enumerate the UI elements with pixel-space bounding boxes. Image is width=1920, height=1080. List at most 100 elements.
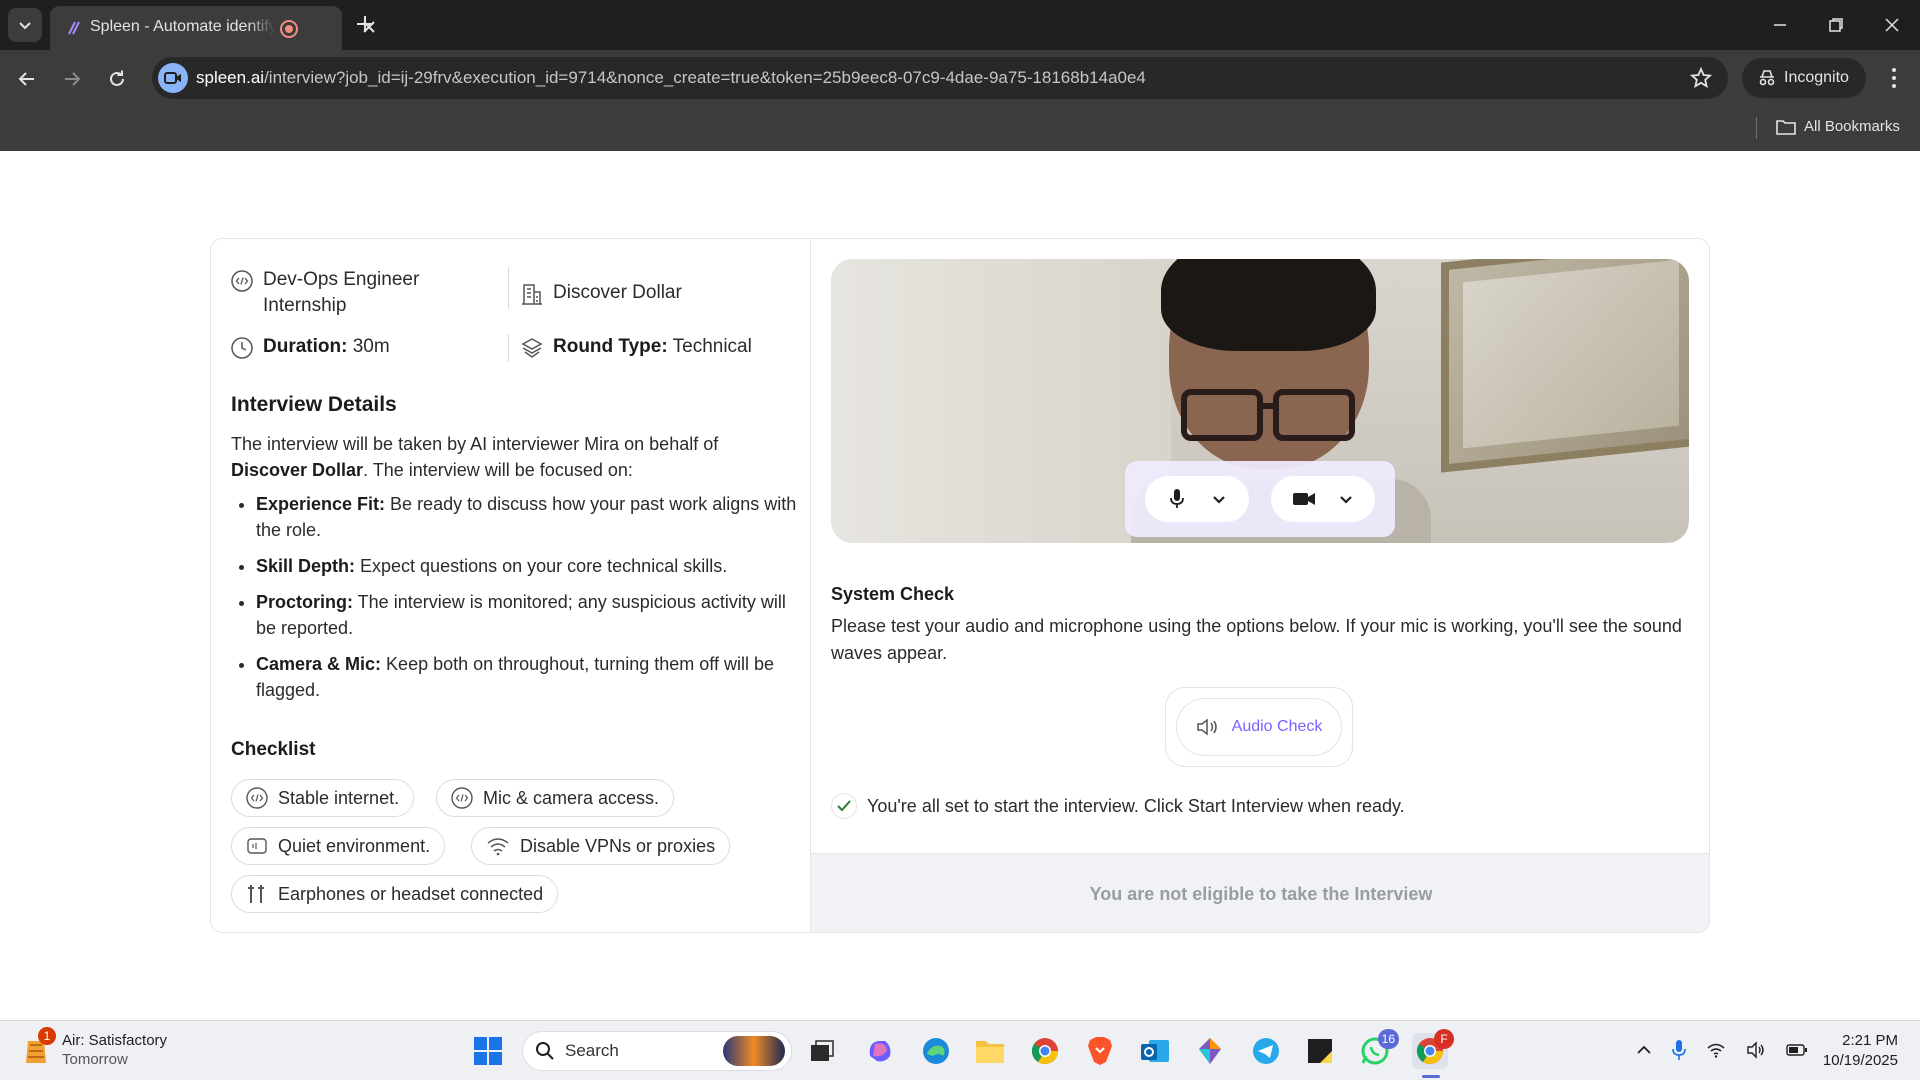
weather-subtitle: Tomorrow <box>62 1051 128 1068</box>
checklist-title: Checklist <box>231 739 316 760</box>
start-interview-button-disabled[interactable]: You are not eligible to take the Intervi… <box>811 853 1709 932</box>
audio-check-button[interactable]: Audio Check <box>1176 698 1342 756</box>
audio-check-container: Audio Check <box>1165 687 1353 767</box>
meta-divider <box>508 267 509 309</box>
close-icon <box>1885 18 1899 32</box>
weather-widget[interactable]: 1 Air: Satisfactory Tomorrow <box>24 1027 167 1069</box>
whatsapp-icon[interactable]: 16 <box>1357 1029 1399 1069</box>
meta-divider <box>508 334 509 362</box>
job-role: Dev-Ops Engineer Internship <box>231 267 491 319</box>
interview-card: Dev-Ops Engineer Internship Discover Dol… <box>210 238 1710 933</box>
outlook-icon[interactable] <box>1137 1033 1173 1069</box>
bookmark-star-icon[interactable] <box>1690 67 1712 89</box>
bullet-text: Expect questions on your core technical … <box>355 556 728 576</box>
bullet-label: Skill Depth: <box>256 556 356 576</box>
video-camera-icon[interactable] <box>1292 490 1316 508</box>
restore-button[interactable] <box>1808 0 1864 50</box>
arrow-right-icon <box>65 72 81 86</box>
windows-taskbar: 1 Air: Satisfactory Tomorrow Search 16 F… <box>0 1020 1920 1080</box>
bookmarks-bar: All Bookmarks <box>0 107 1920 151</box>
back-button[interactable] <box>14 66 40 92</box>
reload-button[interactable] <box>104 66 130 92</box>
colorful-app-icon[interactable] <box>1192 1033 1228 1069</box>
folder-icon <box>1776 119 1796 135</box>
glasses-bridge <box>1259 403 1277 409</box>
clock-time: 2:21 PM <box>1842 1032 1898 1049</box>
company-name-text: Discover Dollar <box>553 282 682 303</box>
incognito-label: Incognito <box>1784 69 1849 86</box>
checklist-chip: Disable VPNs or proxies <box>471 827 731 865</box>
minimize-icon <box>1774 24 1786 26</box>
edge-icon[interactable] <box>918 1033 954 1069</box>
arrow-left-icon <box>18 72 34 86</box>
wifi-tray-icon[interactable] <box>1706 1042 1726 1058</box>
start-button[interactable] <box>470 1033 506 1069</box>
telegram-icon[interactable] <box>1248 1033 1284 1069</box>
search-placeholder: Search <box>565 1041 619 1060</box>
chrome-active-icon[interactable]: F <box>1412 1029 1454 1069</box>
system-check-panel: System Check Please test your audio and … <box>811 239 1709 932</box>
sticky-notes-icon[interactable] <box>1302 1033 1338 1069</box>
file-explorer-icon[interactable] <box>972 1033 1008 1069</box>
system-clock[interactable]: 2:21 PM 10/19/2025 <box>1823 1031 1898 1071</box>
bullet-label: Experience Fit: <box>256 494 386 514</box>
chip-label: Mic & camera access. <box>483 787 660 808</box>
duration-value: 30m <box>352 336 390 357</box>
task-view-icon[interactable] <box>804 1033 840 1069</box>
incognito-indicator[interactable]: Incognito <box>1742 58 1866 98</box>
round-type: Round Type: Technical <box>521 334 752 360</box>
window-controls <box>1752 0 1920 50</box>
active-tab[interactable]: Spleen - Automate identifying <box>50 6 375 50</box>
microphone-icon[interactable] <box>1168 488 1186 510</box>
job-role-text: Dev-Ops Engineer Internship <box>263 269 420 316</box>
close-window-button[interactable] <box>1864 0 1920 50</box>
weather-badge: 1 <box>38 1027 56 1045</box>
brave-icon[interactable] <box>1082 1033 1118 1069</box>
list-item: Experience Fit: Be ready to discuss how … <box>256 491 801 543</box>
more-options-icon[interactable] <box>1882 66 1906 90</box>
checklist-chip: Mic & camera access. <box>436 779 675 817</box>
new-tab-icon[interactable] <box>354 13 376 35</box>
building-icon <box>522 284 542 305</box>
clock-icon <box>231 337 253 359</box>
chrome-icon[interactable] <box>1027 1033 1063 1069</box>
minimize-button[interactable] <box>1752 0 1808 50</box>
interview-details-title: Interview Details <box>231 393 397 416</box>
volume-icon[interactable] <box>1746 1041 1766 1059</box>
site-info-icon[interactable] <box>158 63 188 93</box>
ready-message: You're all set to start the interview. C… <box>867 795 1405 816</box>
chip-label: Earphones or headset connected <box>278 883 544 904</box>
code-circle-icon <box>246 787 268 809</box>
copilot-icon[interactable] <box>862 1033 898 1069</box>
microphone-control[interactable] <box>1145 476 1249 522</box>
bullet-label: Proctoring: <box>256 592 353 612</box>
clock-date: 10/19/2025 <box>1822 1052 1898 1069</box>
system-check-description: Please test your audio and microphone us… <box>831 616 1682 663</box>
all-bookmarks-button[interactable]: All Bookmarks <box>1776 118 1900 135</box>
camera-control[interactable] <box>1271 476 1375 522</box>
windows-logo-icon <box>474 1037 502 1065</box>
taskbar-search[interactable]: Search <box>522 1031 792 1071</box>
forward-button[interactable] <box>59 66 85 92</box>
chip-label: Quiet environment. <box>278 835 431 856</box>
chevron-down-icon[interactable] <box>1338 491 1354 507</box>
url-text: spleen.ai/interview?job_id=ij-29frv&exec… <box>196 68 1146 88</box>
chevron-up-icon[interactable] <box>1636 1042 1652 1058</box>
all-bookmarks-label: All Bookmarks <box>1804 118 1900 135</box>
address-bar[interactable]: spleen.ai/interview?job_id=ij-29frv&exec… <box>152 57 1728 99</box>
spleen-favicon-icon <box>68 21 80 35</box>
tab-search-button[interactable] <box>8 8 42 42</box>
list-item: Proctoring: The interview is monitored; … <box>256 589 801 641</box>
search-highlight-image <box>723 1036 785 1066</box>
chevron-down-icon[interactable] <box>1211 491 1227 507</box>
microphone-tray-icon[interactable] <box>1672 1039 1686 1061</box>
speaker-icon <box>1196 718 1217 736</box>
air-quality-icon: 1 <box>24 1027 56 1065</box>
battery-icon[interactable] <box>1786 1043 1808 1057</box>
tab-title: Spleen - Automate identifying <box>90 18 275 35</box>
chevron-down-icon <box>19 22 31 30</box>
media-controls <box>1125 461 1395 537</box>
active-app-indicator <box>1422 1075 1440 1078</box>
restore-icon <box>1829 18 1843 32</box>
check-icon <box>831 793 857 819</box>
